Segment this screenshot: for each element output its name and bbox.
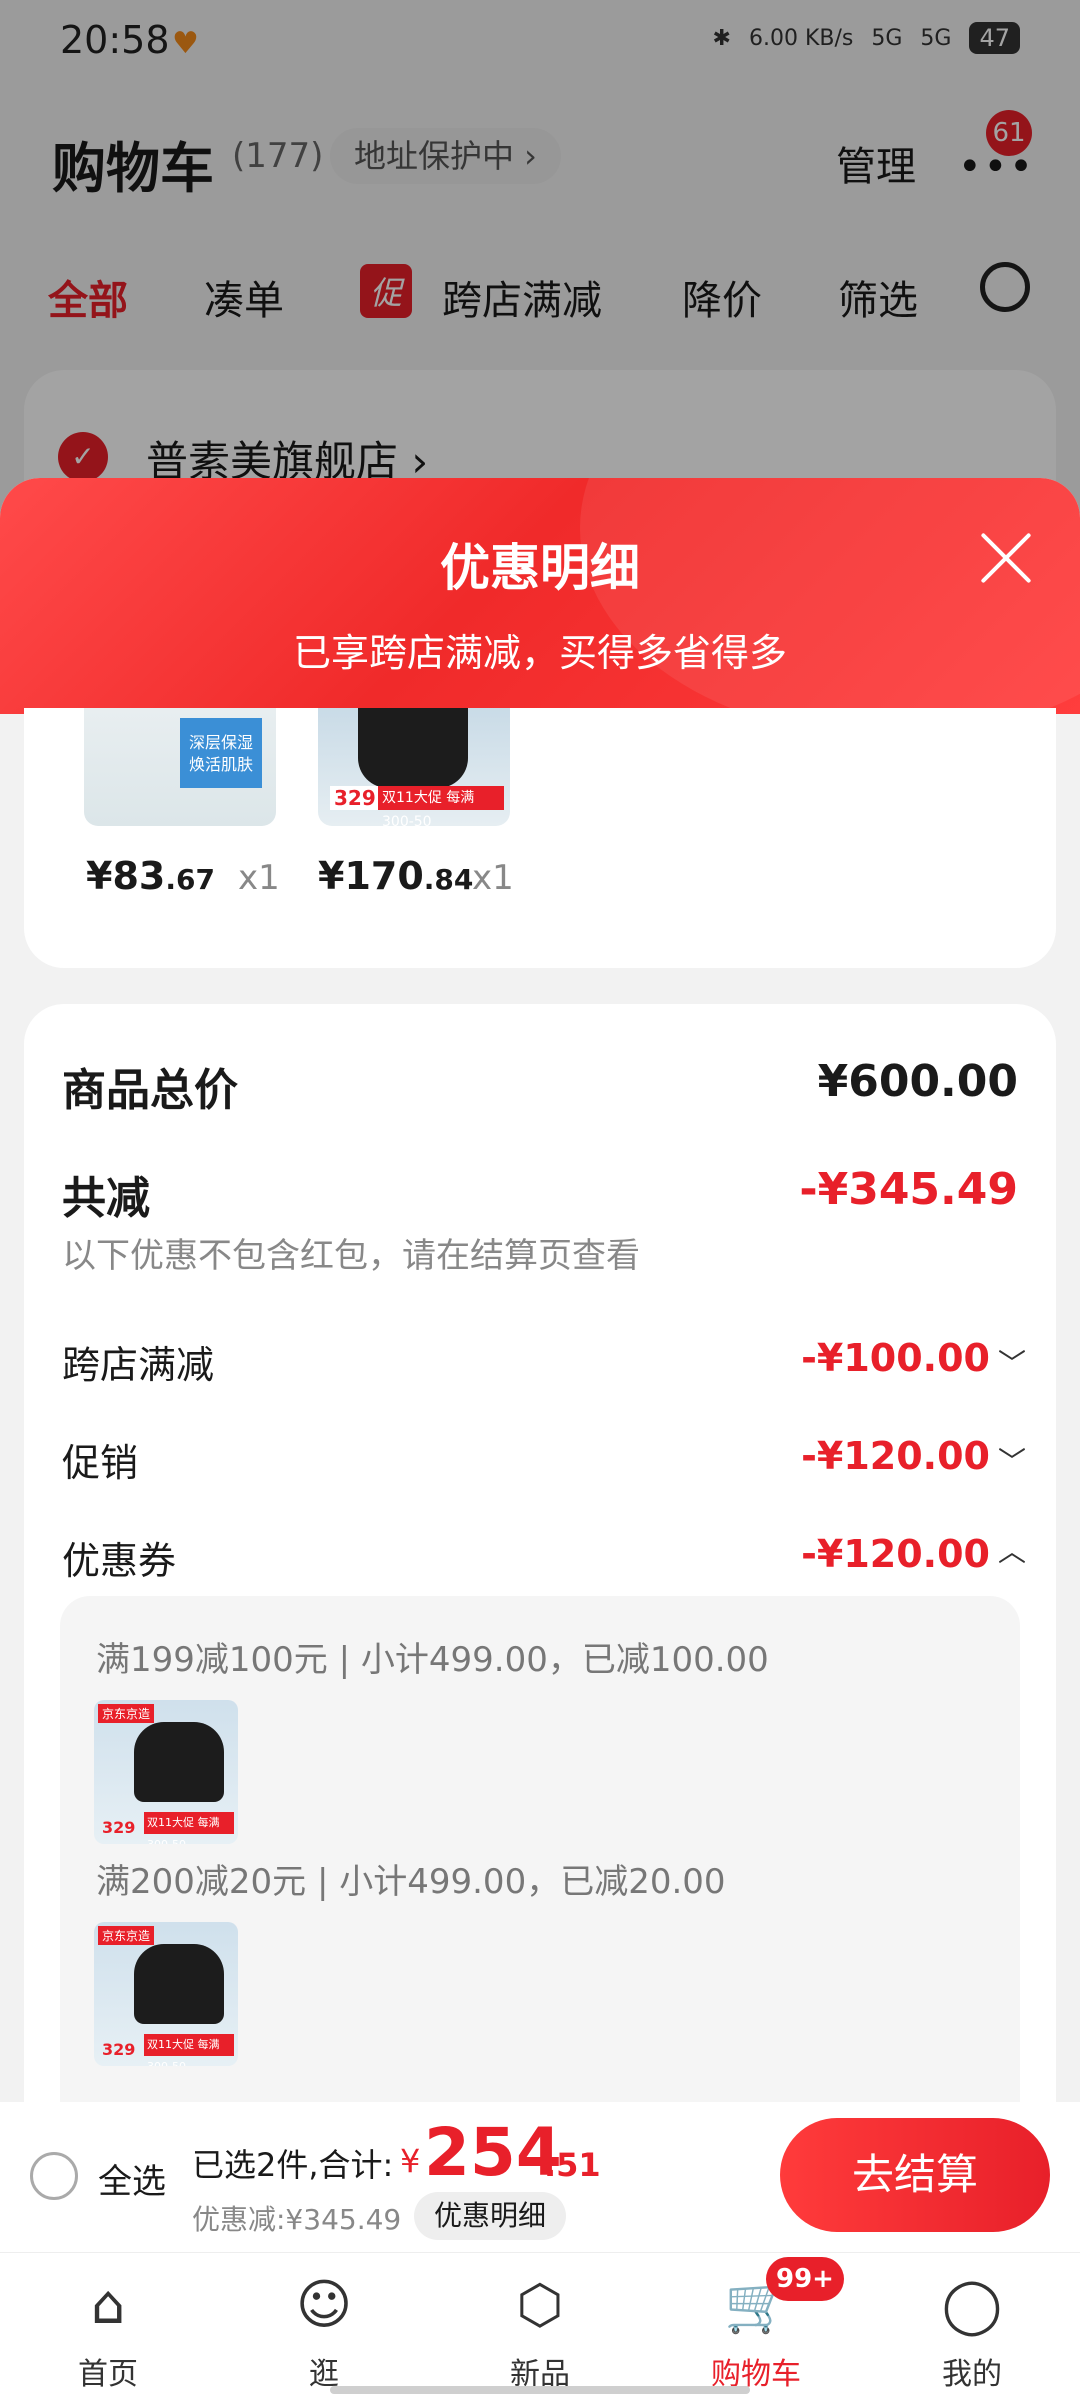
- coupon-label[interactable]: 优惠券: [62, 1530, 176, 1585]
- item-price: ¥170.84: [318, 854, 474, 898]
- coupon-product-thumbnail[interactable]: 京东京造 329 双11大促 每满300-50: [94, 1700, 238, 1844]
- nav-home[interactable]: ⌂ 首页: [0, 2253, 216, 2400]
- sheet-header: 优惠明细 已享跨店满减，买得多省得多: [0, 478, 1080, 738]
- chevron-down-icon[interactable]: ﹀: [998, 1342, 1026, 1382]
- product-image: [134, 1944, 224, 2024]
- box-icon: ⬡: [516, 2273, 564, 2336]
- sheet-title: 优惠明细: [440, 539, 640, 597]
- home-indicator: [330, 2386, 750, 2394]
- discount-total: 优惠减:¥345.49: [192, 2203, 402, 2236]
- thumb-promo-strip: 双11大促 每满300-50: [144, 2034, 234, 2066]
- checkout-button[interactable]: 去结算: [780, 2118, 1050, 2232]
- home-icon: ⌂: [90, 2273, 126, 2336]
- checkout-bar: 全选 已选2件,合计: ¥ 254 .51 优惠减:¥345.49 优惠明细 去…: [0, 2102, 1080, 2252]
- product-thumbnail[interactable]: 329 双11大促 每满300-50: [318, 708, 510, 826]
- nav-label: 我的: [942, 2357, 1002, 2392]
- brand-tag: 京东京造: [98, 1926, 155, 1945]
- cross-store-label[interactable]: 跨店满减: [62, 1334, 214, 1389]
- chevron-up-icon[interactable]: ︿: [998, 1530, 1026, 1570]
- nav-cart[interactable]: 🛒 99+ 购物车: [648, 2253, 864, 2400]
- item-price: ¥83.67: [86, 854, 215, 898]
- nav-browse[interactable]: ☺ 逛: [216, 2253, 432, 2400]
- nav-new[interactable]: ⬡ 新品: [432, 2253, 648, 2400]
- thumb-promo-strip: 双11大促 每满300-50: [144, 1812, 234, 1844]
- product-image: [134, 1722, 224, 1802]
- selected-summary: 已选2件,合计:: [192, 2146, 394, 2184]
- discount-note: 以下优惠不包含红包，请在结算页查看: [62, 1236, 640, 1276]
- item-qty: x1: [238, 858, 280, 898]
- product-image: [358, 708, 468, 788]
- bottom-nav: ⌂ 首页 ☺ 逛 ⬡ 新品 🛒 99+ 购物车 ◯ 我的: [0, 2252, 1080, 2400]
- coupon-value[interactable]: -¥120.00: [801, 1532, 990, 1576]
- cross-store-value[interactable]: -¥100.00: [801, 1336, 990, 1380]
- promotion-value[interactable]: -¥120.00: [801, 1434, 990, 1478]
- coupon-rule: 满199减100元 | 小计499.00，已减100.00: [96, 1640, 769, 1680]
- thumb-price-badge: 329: [102, 1818, 136, 1837]
- total-value: ¥600.00: [817, 1056, 1018, 1107]
- cart-badge: 99+: [766, 2257, 844, 2301]
- thumb-price-badge: 329: [102, 2040, 136, 2059]
- select-all-label[interactable]: 全选: [98, 2154, 166, 2203]
- currency-symbol: ¥: [400, 2142, 421, 2180]
- nav-profile[interactable]: ◯ 我的: [864, 2253, 1080, 2400]
- coupon-product-thumbnail[interactable]: 京东京造 329 双11大促 每满300-50: [94, 1922, 238, 2066]
- discount-detail-button[interactable]: 优惠明细: [414, 2192, 567, 2240]
- reduce-value: -¥345.49: [799, 1164, 1018, 1215]
- select-all-checkbox[interactable]: [30, 2152, 78, 2200]
- thumb-price-badge: 329: [330, 786, 380, 810]
- item-qty: x1: [472, 858, 514, 898]
- total-cents: .51: [544, 2146, 601, 2184]
- thumb-promo-strip: 双11大促 每满300-50: [378, 786, 504, 826]
- promotion-label[interactable]: 促销: [62, 1432, 138, 1487]
- product-thumbnail[interactable]: 深层保湿 焕活肌肤: [84, 708, 276, 826]
- nav-label: 首页: [78, 2357, 138, 2392]
- thumb-label: 深层保湿 焕活肌肤: [180, 718, 262, 788]
- sheet-subtitle: 已享跨店满减，买得多省得多: [292, 631, 787, 675]
- close-icon[interactable]: [976, 528, 1036, 588]
- goods-card: 深层保湿 焕活肌肤 329 双11大促 每满300-50 ¥83.67 x1 ¥…: [24, 708, 1056, 968]
- total-label: 商品总价: [62, 1065, 238, 1116]
- coupon-rule: 满200减20元 | 小计499.00，已减20.00: [96, 1862, 726, 1902]
- coupon-detail-box: 满199减100元 | 小计499.00，已减100.00 京东京造 329 双…: [60, 1596, 1020, 2156]
- total-amount: 254: [424, 2114, 562, 2191]
- reduce-label: 共减: [62, 1173, 150, 1224]
- browse-icon: ☺: [295, 2273, 353, 2336]
- chevron-down-icon[interactable]: ﹀: [998, 1440, 1026, 1480]
- brand-tag: 京东京造: [98, 1704, 155, 1723]
- profile-icon: ◯: [941, 2273, 1003, 2336]
